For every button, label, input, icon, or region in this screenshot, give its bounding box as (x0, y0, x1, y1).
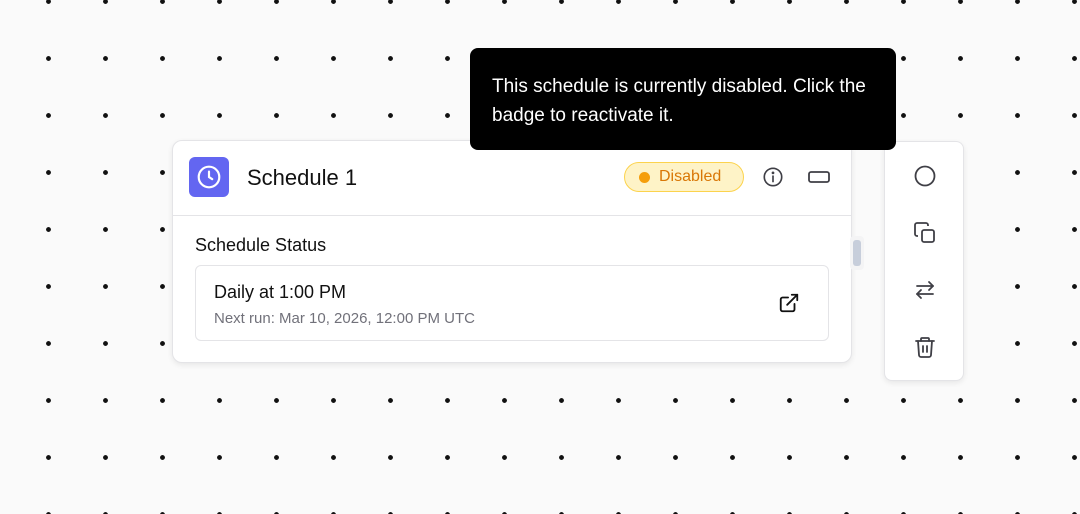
duplicate-button[interactable] (913, 221, 937, 245)
section-label: Schedule Status (195, 235, 327, 255)
swap-button[interactable] (913, 278, 937, 302)
circle-icon (914, 165, 936, 187)
external-link-icon (779, 293, 799, 313)
status-dot (639, 171, 650, 183)
external-link-button[interactable] (778, 292, 800, 314)
scrollbar-thumb[interactable] (853, 240, 861, 266)
delete-button[interactable] (913, 335, 937, 359)
schedule-status-box: Daily at 1:00 PM Next run: Mar 10, 2026,… (195, 265, 829, 341)
disabled-badge[interactable]: Disabled (624, 162, 744, 192)
info-icon (763, 167, 783, 187)
clock-icon (189, 157, 229, 197)
disabled-tooltip: This schedule is currently disabled. Cli… (470, 48, 896, 150)
toggle-button[interactable] (913, 164, 937, 188)
copy-icon (914, 222, 935, 243)
schedule-node-card[interactable]: Schedule 1 Disabled Schedule Status Dail… (172, 140, 852, 363)
schedule-summary: Daily at 1:00 PM (214, 282, 347, 302)
rectangle-icon (808, 171, 830, 183)
collapse-button[interactable] (807, 165, 831, 189)
swap-icon (916, 281, 934, 299)
node-header: Schedule 1 Disabled (173, 141, 851, 216)
trash-icon (915, 337, 935, 358)
scrollbar[interactable] (850, 236, 864, 270)
next-run-text: Next run: Mar 10, 2026, 12:00 PM UTC (214, 310, 475, 327)
badge-label: Disabled (659, 168, 722, 185)
info-button[interactable] (761, 165, 785, 189)
node-toolbar (884, 141, 964, 381)
node-title: Schedule 1 (247, 165, 358, 190)
